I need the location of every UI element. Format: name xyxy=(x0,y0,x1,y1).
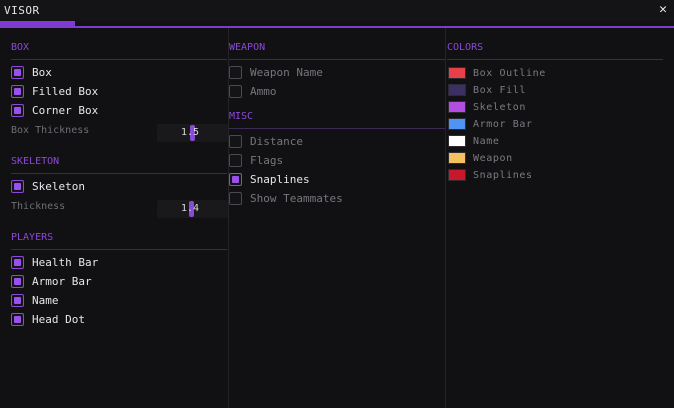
checkbox-name[interactable]: Name xyxy=(11,294,59,307)
checkbox-armor-bar[interactable]: Armor Bar xyxy=(11,275,92,288)
checkbox-label: Corner Box xyxy=(32,104,99,117)
color-label: Armor Bar xyxy=(473,118,533,130)
section-header-box: BOX xyxy=(11,42,30,53)
color-label: Snaplines xyxy=(473,169,533,181)
checkbox-label: Show Teammates xyxy=(250,192,343,205)
section-divider xyxy=(11,59,227,60)
color-swatch[interactable] xyxy=(448,101,466,113)
slider-value: 1.5 xyxy=(181,127,200,138)
checkbox-health-bar[interactable]: Health Bar xyxy=(11,256,98,269)
color-swatch[interactable] xyxy=(448,169,466,181)
checkbox-label: Box xyxy=(32,66,52,79)
checkbox-corner-box[interactable]: Corner Box xyxy=(11,104,98,117)
box-thickness-label: Box Thickness xyxy=(11,125,90,136)
slider-value: 1.4 xyxy=(181,203,200,214)
title-bar[interactable]: VISOR ✕ xyxy=(0,0,674,22)
visor-window: VISOR ✕ BOX Box Filled Box Corner Box Bo… xyxy=(0,0,674,408)
skeleton-thickness-label: Thickness xyxy=(11,201,66,212)
section-header-colors: COLORS xyxy=(447,42,484,53)
checkbox-snaplines[interactable]: Snaplines xyxy=(229,173,310,186)
section-divider xyxy=(447,59,663,60)
checkbox-label: Armor Bar xyxy=(32,275,92,288)
section-header-players: PLAYERS xyxy=(11,232,54,243)
color-swatch[interactable] xyxy=(448,118,466,130)
checkbox-indicator[interactable] xyxy=(11,66,24,79)
section-header-misc: MISC xyxy=(229,111,254,122)
checkbox-indicator[interactable] xyxy=(11,180,24,193)
window-title: VISOR xyxy=(4,4,40,17)
checkbox-label: Filled Box xyxy=(32,85,99,98)
checkbox-indicator[interactable] xyxy=(11,256,24,269)
checkbox-label: Flags xyxy=(250,154,284,167)
checkbox-label: Ammo xyxy=(250,85,277,98)
checkbox-head-dot[interactable]: Head Dot xyxy=(11,313,85,326)
checkbox-indicator[interactable] xyxy=(229,192,242,205)
column-weapon-misc: WEAPON Weapon Name Ammo MISC Distance Fl… xyxy=(228,28,446,408)
checkbox-label: Weapon Name xyxy=(250,66,323,79)
checkbox-distance[interactable]: Distance xyxy=(229,135,303,148)
color-box-fill[interactable]: Box Fill xyxy=(448,84,526,96)
color-weapon[interactable]: Weapon xyxy=(448,152,513,164)
color-name[interactable]: Name xyxy=(448,135,499,147)
color-swatch[interactable] xyxy=(448,135,466,147)
color-swatch[interactable] xyxy=(448,84,466,96)
checkbox-indicator[interactable] xyxy=(229,66,242,79)
checkbox-skeleton[interactable]: Skeleton xyxy=(11,180,85,193)
checkbox-indicator[interactable] xyxy=(11,275,24,288)
section-divider xyxy=(11,173,227,174)
color-swatch[interactable] xyxy=(448,152,466,164)
section-divider xyxy=(229,59,445,60)
color-label: Box Outline xyxy=(473,67,546,79)
checkbox-box[interactable]: Box xyxy=(11,66,52,79)
section-header-weapon: WEAPON xyxy=(229,42,266,53)
color-label: Skeleton xyxy=(473,101,526,113)
checkbox-filled-box[interactable]: Filled Box xyxy=(11,85,98,98)
checkbox-flags[interactable]: Flags xyxy=(229,154,283,167)
checkbox-indicator[interactable] xyxy=(229,154,242,167)
checkbox-indicator[interactable] xyxy=(229,85,242,98)
close-icon[interactable]: ✕ xyxy=(659,2,667,17)
skeleton-thickness-slider[interactable]: 1.4 xyxy=(157,200,228,218)
checkbox-weapon-name[interactable]: Weapon Name xyxy=(229,66,323,79)
checkbox-ammo[interactable]: Ammo xyxy=(229,85,277,98)
column-colors: COLORS Box Outline Box Fill Skeleton Arm… xyxy=(445,28,674,408)
checkbox-label: Name xyxy=(32,294,59,307)
color-label: Box Fill xyxy=(473,84,526,96)
box-thickness-slider[interactable]: 1.5 xyxy=(157,124,228,142)
color-label: Name xyxy=(473,135,500,147)
checkbox-label: Health Bar xyxy=(32,256,99,269)
section-header-skeleton: SKELETON xyxy=(11,156,60,167)
checkbox-indicator[interactable] xyxy=(11,85,24,98)
checkbox-indicator[interactable] xyxy=(11,313,24,326)
checkbox-label: Skeleton xyxy=(32,180,85,193)
checkbox-indicator[interactable] xyxy=(11,104,24,117)
checkbox-label: Head Dot xyxy=(32,313,85,326)
color-label: Weapon xyxy=(473,152,513,164)
checkbox-label: Snaplines xyxy=(250,173,310,186)
column-visuals: BOX Box Filled Box Corner Box Box Thickn… xyxy=(0,28,228,408)
checkbox-indicator[interactable] xyxy=(229,135,242,148)
color-box-outline[interactable]: Box Outline xyxy=(448,67,546,79)
checkbox-show-teammates[interactable]: Show Teammates xyxy=(229,192,343,205)
checkbox-indicator[interactable] xyxy=(11,294,24,307)
color-armor-bar[interactable]: Armor Bar xyxy=(448,118,533,130)
section-divider xyxy=(11,249,227,250)
section-divider xyxy=(229,128,445,129)
checkbox-label: Distance xyxy=(250,135,303,148)
color-snaplines[interactable]: Snaplines xyxy=(448,169,533,181)
checkbox-indicator[interactable] xyxy=(229,173,242,186)
color-skeleton[interactable]: Skeleton xyxy=(448,101,526,113)
color-swatch[interactable] xyxy=(448,67,466,79)
